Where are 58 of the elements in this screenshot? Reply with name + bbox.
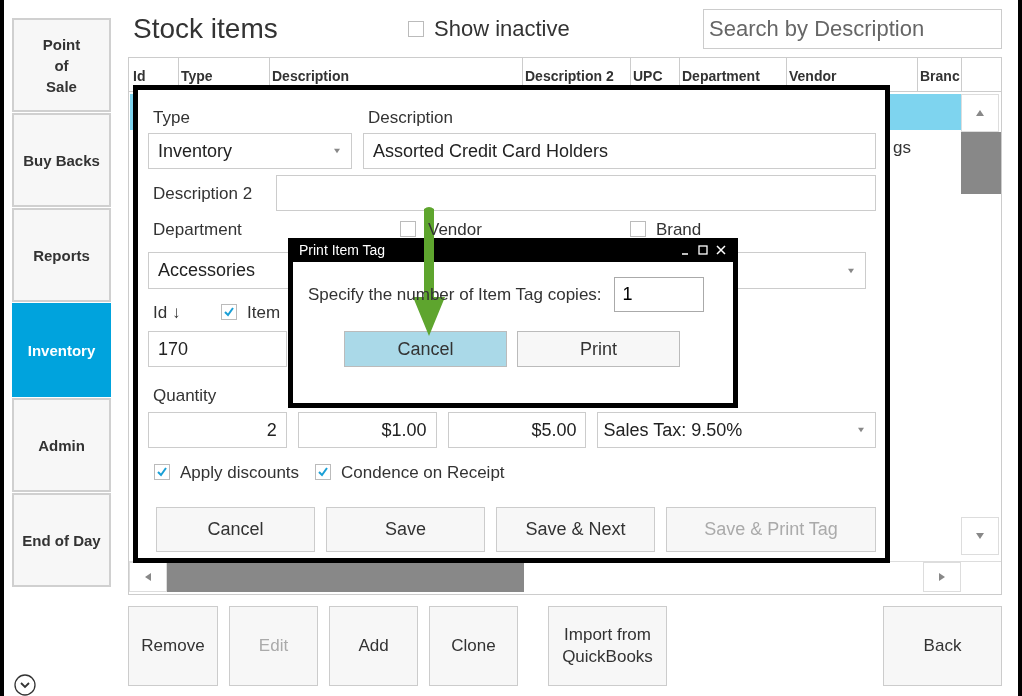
close-icon[interactable]: [715, 244, 727, 256]
dialog-button[interactable]: Print: [517, 331, 680, 367]
checkbox-label: Show inactive: [434, 15, 570, 42]
caret-icon: [144, 572, 152, 582]
checkbox[interactable]: [154, 464, 170, 480]
page-title: Stock items: [133, 12, 279, 45]
scroll-right-button[interactable]: [923, 562, 961, 592]
sidebar-button[interactable]: End of Day: [12, 493, 111, 587]
checkbox-label: Condence on Receipt: [341, 463, 505, 481]
price-field[interactable]: $5.00: [447, 412, 587, 448]
id-field[interactable]: 170: [148, 331, 287, 367]
type-dropdown[interactable]: Inventory: [148, 133, 352, 169]
field-label: Quantity: [153, 386, 217, 404]
checkbox-label: Item: [247, 303, 281, 321]
quantity-field[interactable]: 2: [148, 412, 287, 448]
copies-field[interactable]: 1: [613, 277, 704, 312]
caret-icon: [332, 148, 342, 154]
sidebar-button[interactable]: Admin: [12, 398, 111, 492]
field-label: Description: [368, 108, 454, 126]
dialog-button[interactable]: Save & Next: [496, 507, 655, 552]
checkbox[interactable]: [408, 20, 424, 37]
action-button[interactable]: Import from QuickBooks: [548, 606, 667, 686]
search-field[interactable]: Search by Description: [703, 8, 1002, 49]
sidebar-button[interactable]: Point of Sale: [12, 18, 111, 112]
action-button[interactable]: Back: [883, 606, 1002, 686]
checkbox[interactable]: [400, 221, 416, 237]
checkbox-label: Apply discounts: [180, 463, 300, 481]
tax-dropdown[interactable]: Sales Tax: 9.50%: [597, 412, 876, 448]
maximize-icon[interactable]: [697, 244, 709, 256]
field-label: Description 2: [153, 184, 254, 202]
column-header[interactable]: Branc: [918, 58, 962, 91]
action-button[interactable]: Remove: [128, 606, 218, 686]
expand-icon[interactable]: [14, 674, 36, 696]
dialog-button[interactable]: Cancel: [344, 331, 507, 367]
scroll-left-button[interactable]: [129, 562, 167, 592]
scrollbar-thumb[interactable]: [961, 132, 1001, 194]
dialog-button[interactable]: Cancel: [156, 507, 315, 552]
sidebar-button[interactable]: Reports: [12, 208, 111, 302]
checkbox-label: Brand: [655, 220, 702, 238]
checkbox[interactable]: [315, 464, 332, 480]
cost-field[interactable]: $1.00: [297, 412, 437, 448]
description-2-field[interactable]: [276, 175, 876, 211]
field-label: Type: [153, 108, 191, 126]
scrollbar-thumb[interactable]: [167, 562, 524, 592]
description-field[interactable]: Assorted Credit Card Holders: [363, 133, 876, 169]
sidebar-button[interactable]: Buy Backs: [12, 113, 111, 207]
caret-icon: [846, 267, 856, 274]
dialog-button[interactable]: Save: [326, 507, 485, 552]
checkbox[interactable]: [221, 304, 237, 320]
field-label: Department: [153, 220, 243, 238]
caret-icon: [856, 427, 866, 433]
caret-icon: [938, 572, 946, 582]
caret-icon: [975, 109, 985, 117]
action-button[interactable]: Clone: [429, 606, 518, 686]
field-label: Id ↓: [153, 303, 182, 321]
caret-icon: [975, 532, 985, 540]
checkbox[interactable]: [629, 221, 646, 237]
action-button[interactable]: Add: [329, 606, 418, 686]
